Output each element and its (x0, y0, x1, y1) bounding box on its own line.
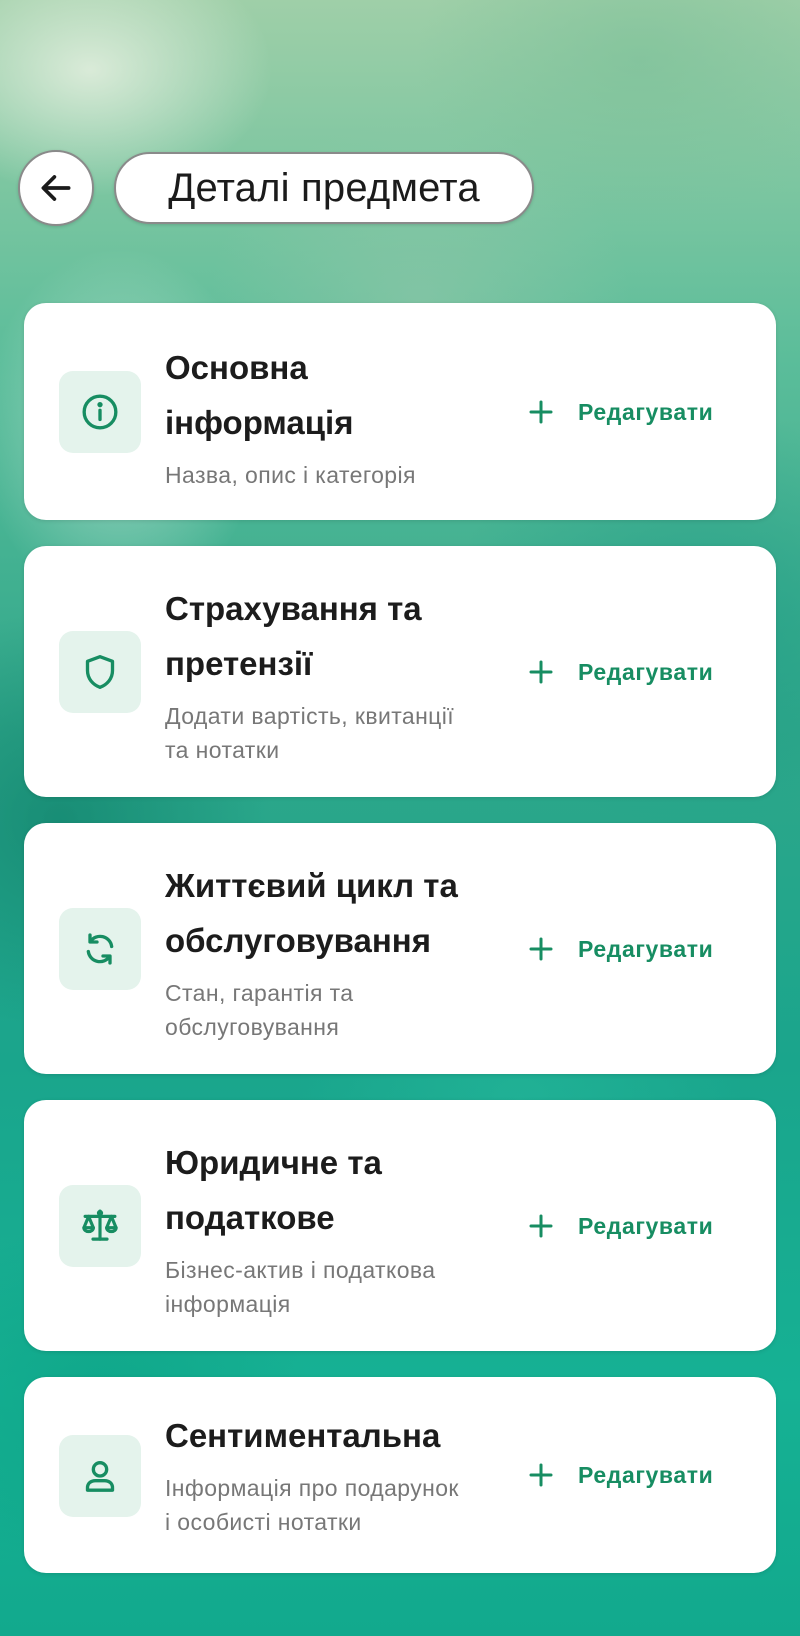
scales-icon (59, 1185, 141, 1267)
edit-button-lifecycle[interactable]: Редагувати (524, 924, 754, 974)
page-title-pill: Деталі предмета (114, 152, 534, 224)
section-card-insurance[interactable]: Страхування та претензії Додати вартість… (24, 546, 776, 797)
section-card-lifecycle[interactable]: Життєвий цикл та обслуговування Стан, га… (24, 823, 776, 1074)
section-text: Життєвий цикл та обслуговування Стан, га… (165, 858, 510, 1044)
section-title: Сентиментальна (165, 1417, 441, 1454)
shield-icon (59, 631, 141, 713)
section-subtitle: Інформація про подарунок і особисті нота… (165, 1475, 459, 1535)
edit-button-insurance[interactable]: Редагувати (524, 647, 754, 697)
section-subtitle: Стан, гарантія та обслуговування (165, 980, 354, 1040)
section-card-legal-tax[interactable]: Юридичне та податкове Бізнес-актив і под… (24, 1100, 776, 1351)
edit-button-sentimental[interactable]: Редагувати (524, 1450, 754, 1500)
plus-icon (529, 400, 553, 424)
plus-icon (529, 1463, 553, 1487)
section-text: Юридичне та податкове Бізнес-актив і под… (165, 1135, 510, 1321)
section-text: Страхування та претензії Додати вартість… (165, 581, 510, 767)
section-title: Основна інформація (165, 349, 354, 441)
section-subtitle: Назва, опис і категорія (165, 462, 416, 488)
section-subtitle: Бізнес-актив і податкова інформація (165, 1257, 436, 1317)
section-text: Основна інформація Назва, опис і категор… (165, 340, 510, 492)
plus-icon (529, 660, 553, 684)
section-subtitle: Додати вартість, квитанції та нотатки (165, 703, 455, 763)
section-title: Страхування та претензії (165, 590, 422, 682)
edit-label: Редагувати (578, 658, 714, 685)
edit-button-basic-info[interactable]: Редагувати (524, 387, 754, 437)
edit-label: Редагувати (578, 1212, 714, 1239)
arrow-left-icon (37, 169, 75, 207)
section-card-basic-info[interactable]: Основна інформація Назва, опис і категор… (24, 303, 776, 520)
section-card-sentimental[interactable]: Сентиментальна Інформація про подарунок … (24, 1377, 776, 1573)
plus-icon (529, 1214, 553, 1238)
page-title: Деталі предмета (168, 165, 480, 210)
edit-label: Редагувати (578, 398, 714, 425)
info-icon (59, 371, 141, 453)
edit-label: Редагувати (578, 935, 714, 962)
section-title: Життєвий цикл та обслуговування (165, 867, 458, 959)
refresh-icon (59, 908, 141, 990)
edit-button-legal-tax[interactable]: Редагувати (524, 1201, 754, 1251)
section-text: Сентиментальна Інформація про подарунок … (165, 1408, 510, 1539)
person-icon (59, 1435, 141, 1517)
plus-icon (529, 937, 553, 961)
edit-label: Редагувати (578, 1461, 714, 1488)
section-title: Юридичне та податкове (165, 1144, 382, 1236)
back-button[interactable] (18, 150, 94, 226)
